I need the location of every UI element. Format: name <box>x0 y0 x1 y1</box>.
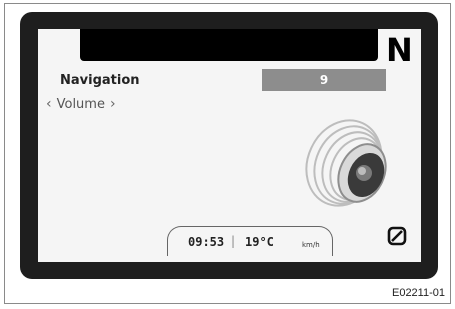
power-off-icon <box>387 226 407 246</box>
clock: 09:53 <box>188 235 225 249</box>
chevron-left-icon[interactable]: ‹ <box>46 96 52 112</box>
speed-unit: km/h <box>302 241 320 249</box>
submenu-selector[interactable]: ‹ Volume › <box>46 96 116 112</box>
figure-caption: E02211-01 <box>391 287 445 299</box>
submenu-label: Volume <box>56 96 105 112</box>
chevron-right-icon[interactable]: › <box>110 96 116 112</box>
menu-title: Navigation <box>60 73 140 88</box>
speaker-icon <box>305 119 387 207</box>
display-screen: N Navigation 9 ‹ Volume › 09:53 | 19°C k… <box>38 29 421 262</box>
volume-value: 9 <box>262 69 386 91</box>
top-status-bar <box>80 29 378 61</box>
status-separator: | <box>231 234 236 248</box>
dashboard-display: N Navigation 9 ‹ Volume › 09:53 | 19°C k… <box>20 12 438 279</box>
gear-indicator: N <box>386 31 413 69</box>
outside-temperature: 19°C <box>245 235 274 249</box>
